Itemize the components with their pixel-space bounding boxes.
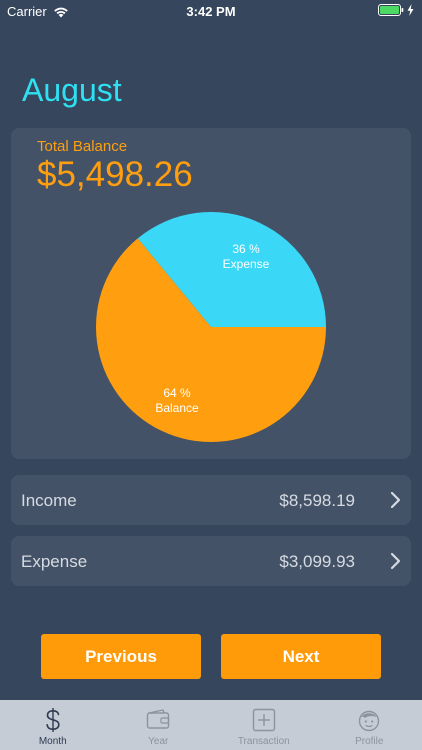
- pie-balance-name: Balance: [155, 401, 199, 415]
- chevron-right-icon: [390, 491, 401, 509]
- charging-bolt-icon: [407, 4, 414, 16]
- tab-transaction-label: Transaction: [237, 736, 290, 747]
- previous-button[interactable]: Previous: [41, 634, 201, 679]
- total-balance-value: $5,498.26: [37, 155, 193, 194]
- expense-row[interactable]: Expense $3,099.93: [11, 536, 411, 586]
- tab-month-label: Month: [38, 736, 67, 747]
- pie-label-expense: 36 % Expense: [191, 242, 301, 272]
- status-bar: Carrier 3:42 PM: [0, 0, 422, 22]
- tab-profile-label: Profile: [355, 736, 384, 747]
- pie-expense-name: Expense: [222, 257, 270, 271]
- tab-transaction[interactable]: Transaction: [211, 700, 317, 750]
- dollar-icon: [46, 708, 60, 732]
- battery-icon: [378, 4, 404, 16]
- pie-label-balance: 64 % Balance: [122, 386, 232, 416]
- expense-label: Expense: [21, 552, 88, 571]
- pie-balance-percent: 64 %: [163, 386, 191, 400]
- status-right: [378, 4, 414, 16]
- tab-year[interactable]: Year: [106, 700, 212, 750]
- plus-square-icon: [252, 708, 275, 732]
- tab-profile[interactable]: Profile: [317, 700, 422, 750]
- income-value: $8,598.19: [279, 491, 355, 510]
- income-row[interactable]: Income $8,598.19: [11, 475, 411, 525]
- status-time: 3:42 PM: [186, 4, 236, 19]
- balance-card: Total Balance $5,498.26 36 % Expense 64 …: [11, 128, 411, 459]
- tab-bar: Month Year Transaction Profile: [0, 700, 422, 750]
- page-title: August: [22, 72, 122, 108]
- total-balance-label: Total Balance: [37, 138, 128, 155]
- income-label: Income: [21, 491, 77, 510]
- pie-expense-percent: 36 %: [232, 242, 260, 256]
- tab-month[interactable]: Month: [0, 700, 106, 750]
- face-icon: [359, 710, 380, 732]
- wallet-icon: [147, 709, 170, 729]
- screen: Carrier 3:42 PM August Total Balance $5,…: [0, 0, 422, 750]
- tab-year-label: Year: [148, 736, 169, 747]
- chevron-right-icon: [390, 552, 401, 570]
- next-button[interactable]: Next: [221, 634, 381, 679]
- expense-value: $3,099.93: [279, 552, 355, 571]
